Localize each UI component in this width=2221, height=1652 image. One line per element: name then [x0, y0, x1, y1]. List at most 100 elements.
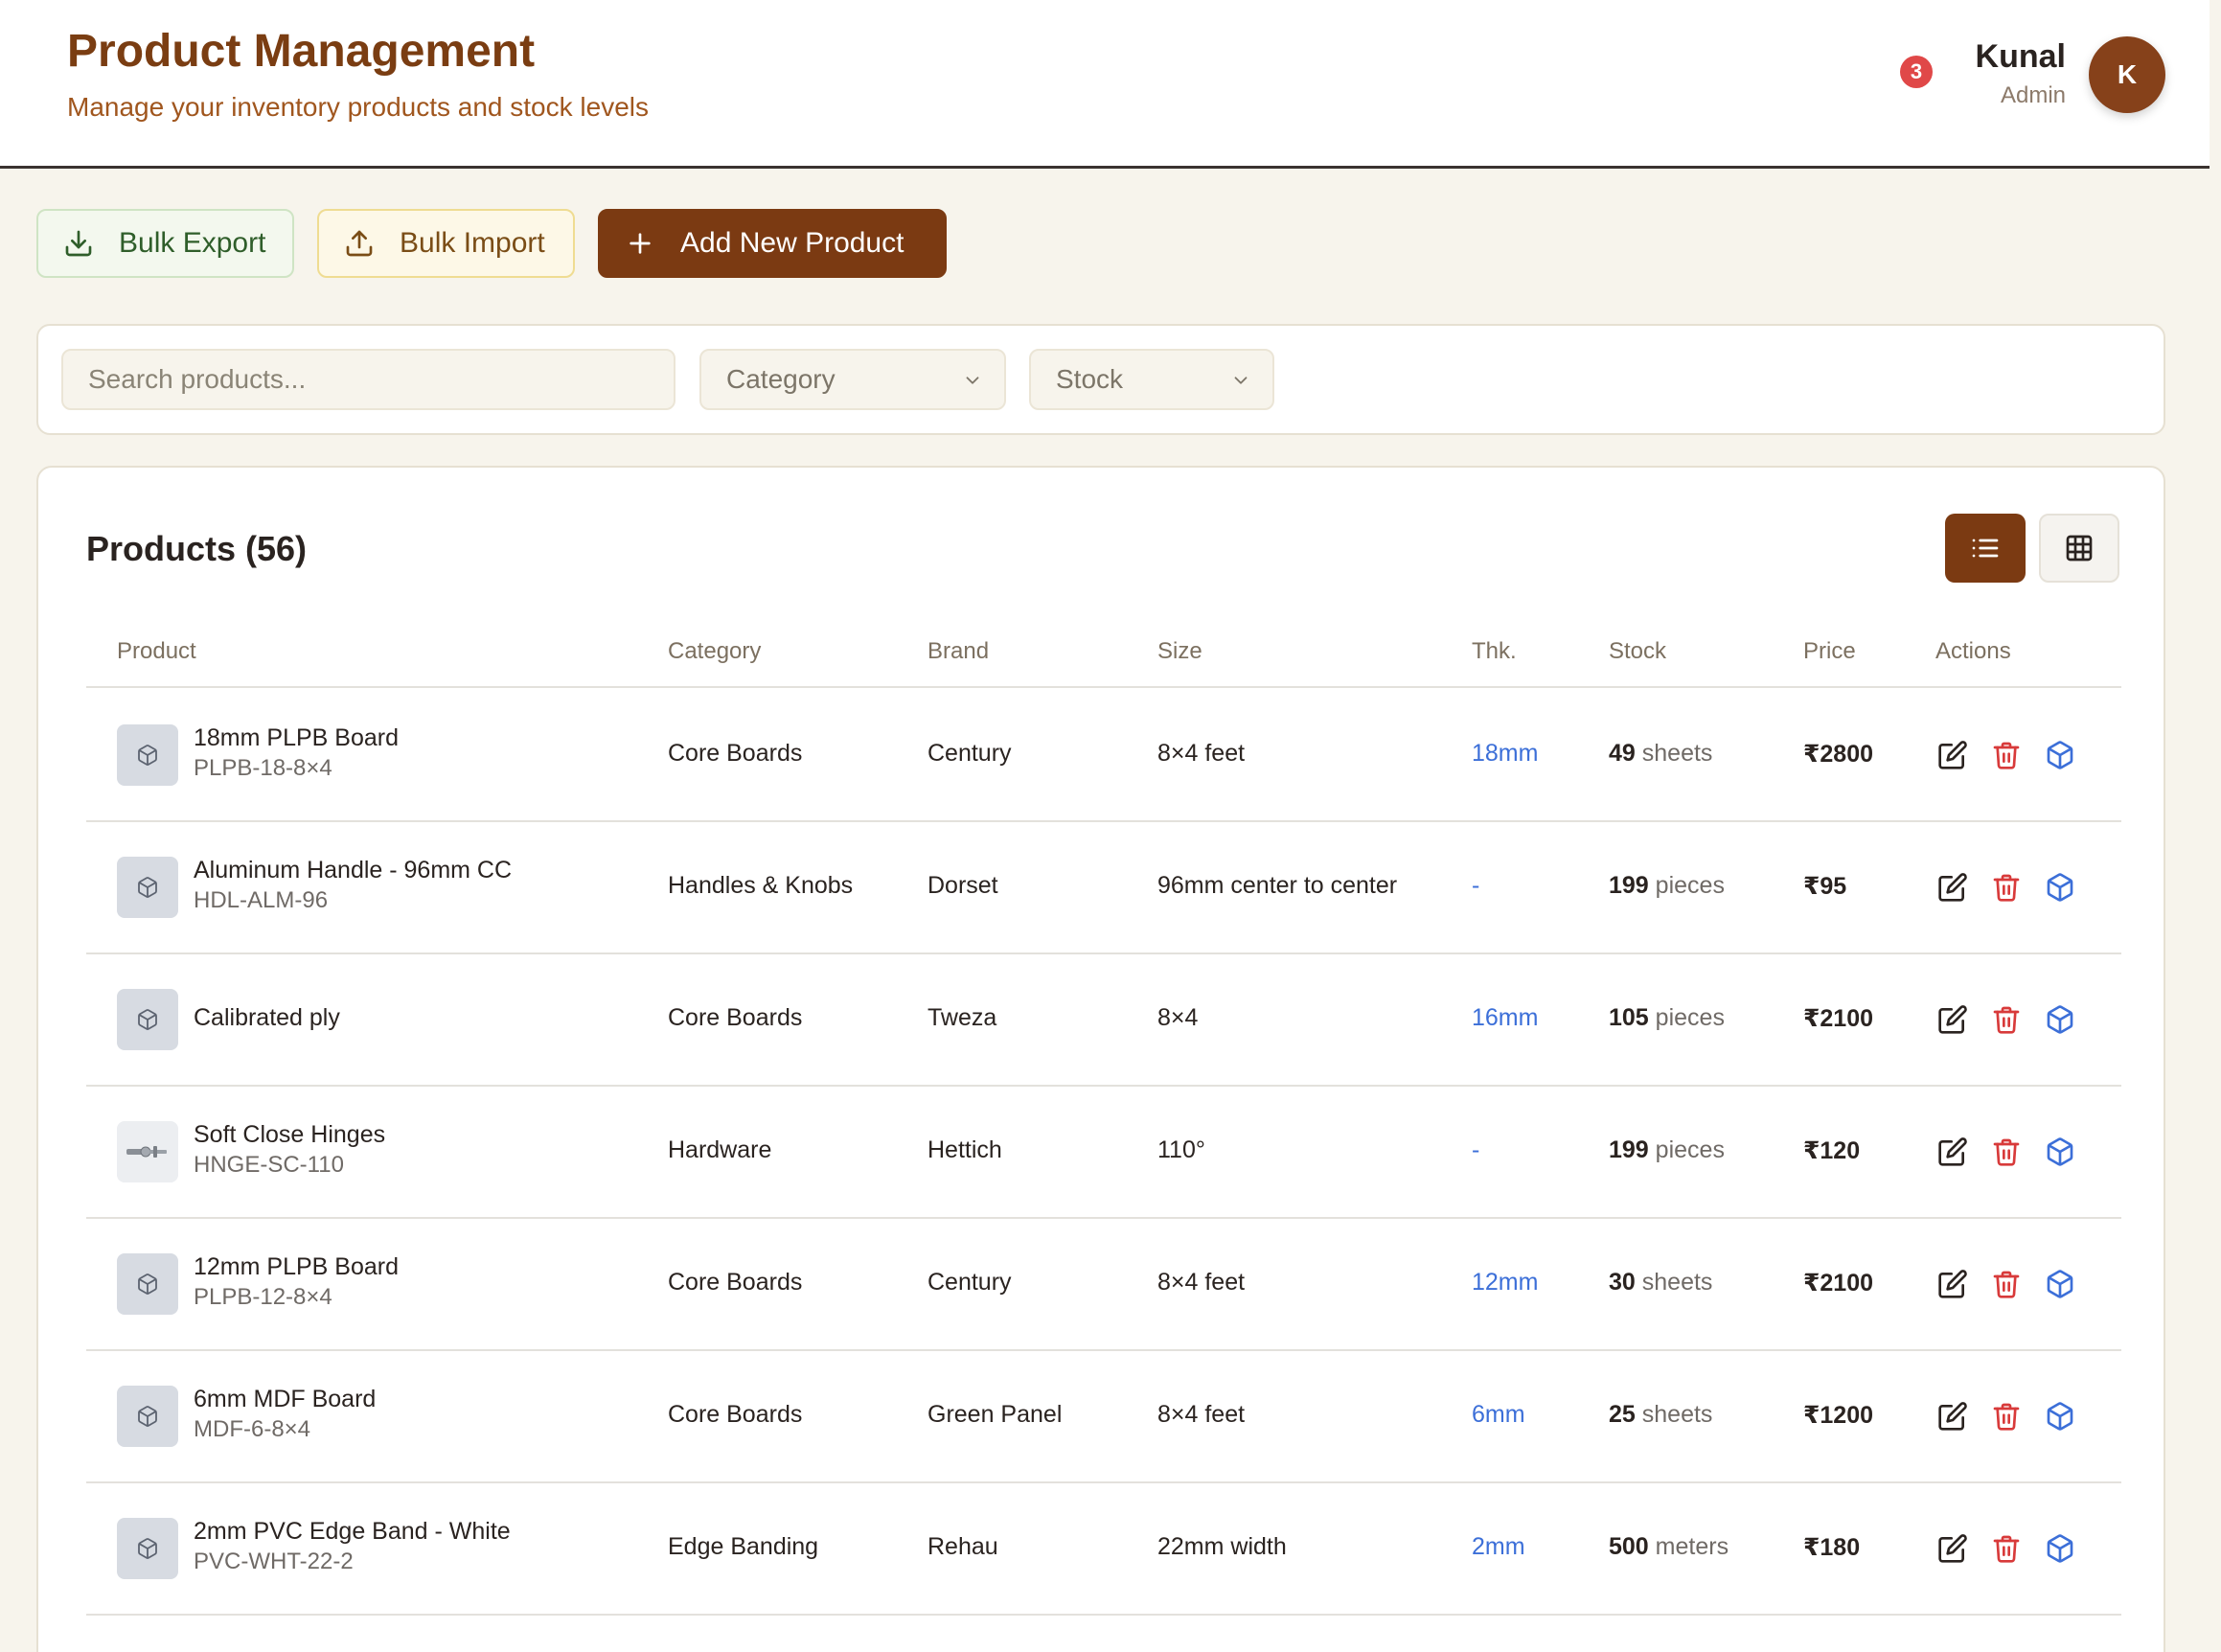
bulk-export-label: Bulk Export	[119, 227, 266, 259]
chevron-down-icon	[1234, 377, 1248, 384]
edit-button[interactable]	[1935, 1267, 1970, 1301]
product-stock: 49 sheets	[1609, 740, 1712, 768]
trash-icon	[1993, 1138, 2020, 1166]
trash-icon	[1993, 1403, 2020, 1431]
edit-button[interactable]	[1935, 1399, 1970, 1434]
table-row[interactable]: Calibrated ply Core Boards Tweza 8×4 16mm 105…	[86, 954, 2121, 1087]
table-row[interactable]: Soft Close Hinges HNGE-SC-110 Hardware Hett…	[86, 1087, 2121, 1219]
manage-stock-button[interactable]	[2043, 1531, 2077, 1566]
stock-quantity: 105	[1609, 1004, 1649, 1031]
package-icon	[2047, 1534, 2073, 1563]
product-price: ₹2800	[1803, 741, 1874, 768]
stock-quantity: 199	[1609, 872, 1649, 899]
column-header-product: Product	[117, 638, 196, 664]
product-stock: 199 pieces	[1609, 1136, 1725, 1164]
manage-stock-button[interactable]	[2043, 1135, 2077, 1169]
table-row[interactable]: 6mm MDF Board MDF-6-8×4 Core Boards Green P…	[86, 1351, 2121, 1483]
manage-stock-button[interactable]	[2043, 738, 2077, 772]
edit-button[interactable]	[1935, 738, 1970, 772]
product-brand: Green Panel	[927, 1401, 1063, 1428]
product-sku: HDL-ALM-96	[194, 887, 329, 913]
hinge-photo	[126, 1146, 167, 1158]
box-icon	[138, 745, 157, 766]
product-brand: Dorset	[927, 872, 998, 899]
product-brand: Hettich	[927, 1136, 1002, 1163]
bulk-export-button[interactable]: Bulk Export	[36, 209, 294, 278]
category-select-label: Category	[726, 364, 836, 394]
filter-bar: Category Stock	[36, 324, 2165, 435]
column-header-brand: Brand	[927, 638, 990, 664]
product-price: ₹180	[1803, 1534, 1861, 1561]
edit-button[interactable]	[1935, 1135, 1970, 1169]
manage-stock-button[interactable]	[2043, 1399, 2077, 1434]
plus-icon	[630, 233, 651, 254]
table-row[interactable]: Aluminum Handle - 96mm CC HDL-ALM-96 Handl…	[86, 822, 2121, 954]
page-subtitle: Manage your inventory products and stock…	[67, 92, 649, 122]
search-input[interactable]	[61, 349, 675, 410]
delete-button[interactable]	[1989, 1399, 2024, 1434]
delete-button[interactable]	[1989, 1002, 2024, 1037]
edit-icon	[1938, 1402, 1967, 1431]
package-icon	[2047, 741, 2073, 769]
manage-stock-button[interactable]	[2043, 1267, 2077, 1301]
delete-button[interactable]	[1989, 738, 2024, 772]
page-header: Product Management Manage your inventory…	[0, 0, 2210, 169]
manage-stock-button[interactable]	[2043, 870, 2077, 905]
product-thickness: 6mm	[1472, 1401, 1525, 1428]
edit-button[interactable]	[1935, 1531, 1970, 1566]
category-select[interactable]: Category	[699, 349, 1006, 410]
product-category: Edge Banding	[668, 1533, 819, 1560]
stock-quantity: 30	[1609, 1269, 1636, 1296]
package-icon	[2047, 1137, 2073, 1166]
list-view-button[interactable]	[1945, 514, 2026, 583]
product-name: Aluminum Handle - 96mm CC	[194, 857, 513, 883]
stock-quantity: 49	[1609, 740, 1636, 767]
stock-unit: sheets	[1641, 740, 1713, 767]
add-new-product-label: Add New Product	[680, 227, 904, 259]
table-row[interactable]: 12mm PLPB Board PLPB-12-8×4 Core Boards Cen…	[86, 1219, 2121, 1351]
product-size: 96mm center to center	[1157, 872, 1398, 899]
product-category: Core Boards	[668, 1269, 803, 1296]
trash-icon	[1993, 1006, 2020, 1034]
table-row[interactable]: 2mm PVC Edge Band - White PVC-WHT-22-2 Edg…	[86, 1483, 2121, 1616]
stock-select[interactable]: Stock	[1029, 349, 1274, 410]
edit-icon	[1938, 1534, 1967, 1563]
product-name: 2mm PVC Edge Band - White	[194, 1518, 511, 1545]
product-category: Core Boards	[668, 1004, 803, 1031]
edit-icon	[1938, 873, 1967, 902]
stock-quantity: 199	[1609, 1136, 1649, 1163]
table-row[interactable]: 18mm PLPB Board PLPB-18-8×4 Core Boards Cen…	[86, 690, 2121, 822]
avatar[interactable]: K	[2089, 36, 2165, 113]
bulk-import-button[interactable]: Bulk Import	[317, 209, 575, 278]
delete-button[interactable]	[1989, 1531, 2024, 1566]
package-icon	[2047, 873, 2073, 902]
delete-button[interactable]	[1989, 1135, 2024, 1169]
column-header-price: Price	[1803, 638, 1856, 664]
product-thumbnail	[117, 989, 178, 1050]
product-size: 22mm width	[1157, 1533, 1287, 1560]
product-thickness: 16mm	[1472, 1004, 1539, 1031]
stock-quantity: 25	[1609, 1401, 1636, 1428]
grid-view-button[interactable]	[2039, 514, 2119, 583]
notification-badge[interactable]: 3	[1900, 56, 1933, 88]
delete-button[interactable]	[1989, 870, 2024, 905]
product-sku: MDF-6-8×4	[194, 1416, 311, 1442]
stock-unit: sheets	[1641, 1401, 1713, 1428]
edit-icon	[1938, 1005, 1967, 1034]
product-size: 8×4 feet	[1157, 740, 1246, 767]
product-size: 8×4 feet	[1157, 1401, 1246, 1428]
edit-button[interactable]	[1935, 870, 1970, 905]
stock-quantity: 500	[1609, 1533, 1649, 1560]
product-price: ₹2100	[1803, 1005, 1874, 1032]
user-name: Kunal	[1975, 38, 2066, 75]
product-name: Soft Close Hinges	[194, 1121, 386, 1148]
manage-stock-button[interactable]	[2043, 1002, 2077, 1037]
product-name: Calibrated ply	[194, 1004, 340, 1031]
bulk-import-label: Bulk Import	[400, 227, 545, 259]
add-new-product-button[interactable]: Add New Product	[598, 209, 947, 278]
product-thumbnail	[117, 1518, 178, 1579]
edit-button[interactable]	[1935, 1002, 1970, 1037]
page-title: Product Management	[67, 26, 536, 77]
package-icon	[2047, 1402, 2073, 1431]
delete-button[interactable]	[1989, 1267, 2024, 1301]
